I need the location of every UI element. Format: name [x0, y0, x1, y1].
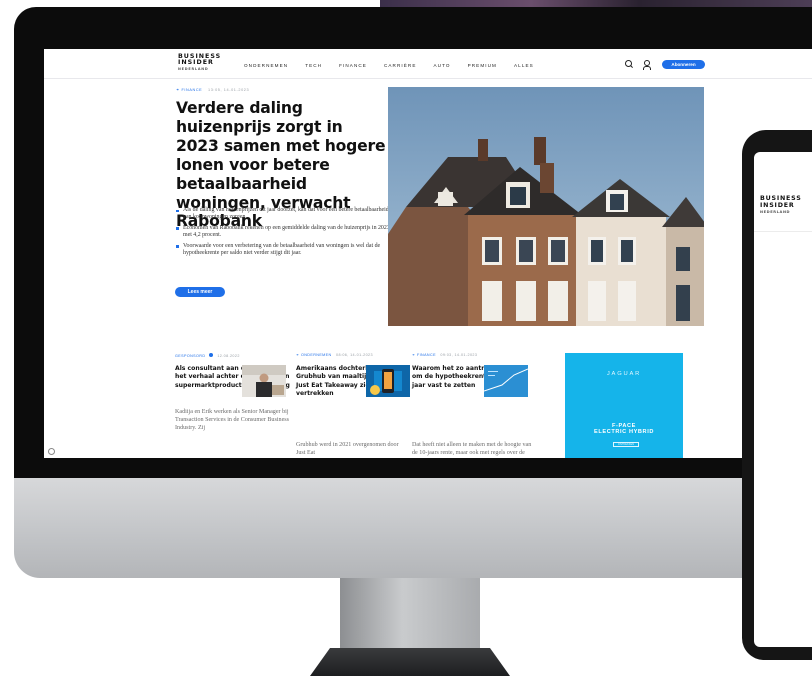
nav-item-tech[interactable]: TECH — [305, 63, 322, 68]
headphones-icon: ⚭ — [412, 353, 416, 357]
card-thumbnail[interactable] — [484, 365, 528, 397]
subscribe-button[interactable]: Abonneren — [662, 60, 705, 69]
nav-item-alles[interactable]: ALLES — [514, 63, 534, 68]
bullet-item: Als de daling van huizenprijzen dit jaar… — [176, 207, 391, 221]
card-meta: ⚭ FINANCE 09:03, 14-01-2023 — [412, 353, 527, 357]
tablet-header: BUSINESS INSIDER NEDERLAND — [754, 152, 812, 232]
hero-bullets: Als de daling van huizenprijzen dit jaar… — [176, 207, 391, 261]
card-date: 08:06, 14-01-2023 — [336, 353, 373, 357]
read-more-button[interactable]: Lees meer — [175, 287, 225, 297]
imac-chin — [14, 478, 812, 578]
thumb-grubhub — [366, 365, 410, 397]
search-icon[interactable] — [625, 60, 634, 69]
tablet-logo-line-3: NEDERLAND — [760, 210, 791, 215]
hero-kicker: ⚭ FINANCE 13:05, 14-01-2023 — [176, 87, 249, 92]
article-card[interactable]: ⚭ ONDERNEMEN 08:06, 14-01-2023 Amerikaan… — [296, 353, 411, 456]
tablet-logo-line-2: INSIDER — [760, 201, 795, 209]
chat-icon[interactable] — [48, 448, 55, 455]
site-header: BUSINESS INSIDER NEDERLAND ONDERNEMEN TE… — [44, 49, 812, 79]
card-date: 12.08.2022 — [217, 354, 240, 358]
card-body: Dat heeft niet alleen te maken met de ho… — [412, 442, 532, 457]
imac-stand — [340, 578, 480, 650]
headphones-icon: ⚭ — [176, 88, 180, 92]
card-meta: GESPONSORD 12.08.2022 — [175, 353, 290, 358]
thumb-consultant — [242, 365, 286, 397]
card-date: 09:03, 14-01-2023 — [440, 353, 478, 357]
jaguar-ad[interactable]: JAGUAR F-PACE ELECTRIC HYBRID ONTDEKKEN — [565, 353, 683, 458]
ad-cta-button[interactable]: ONTDEKKEN — [613, 442, 639, 447]
hero-image[interactable] — [388, 87, 704, 326]
headphones-icon: ⚭ — [296, 353, 300, 357]
nav-item-premium[interactable]: PREMIUM — [468, 63, 497, 68]
nav-item-ondernemen[interactable]: ONDERNEMEN — [244, 63, 288, 68]
card-tag[interactable]: GESPONSORD — [175, 354, 205, 358]
card-meta: ⚭ ONDERNEMEN 08:06, 14-01-2023 — [296, 353, 411, 357]
hero-date: 13:05, 14-01-2023 — [207, 88, 250, 92]
nav-item-finance[interactable]: FINANCE — [339, 63, 367, 68]
user-icon[interactable] — [642, 60, 651, 70]
card-body: Grubhub werd in 2021 overgenomen door Ju… — [296, 442, 399, 457]
bullet-item: Economen van Rabobank rekenen op een gem… — [176, 225, 391, 239]
nav-item-auto[interactable]: AUTO — [434, 63, 451, 68]
article-card[interactable]: GESPONSORD 12.08.2022 Als consultant aan… — [175, 353, 290, 431]
site-logo[interactable]: BUSINESS INSIDER NEDERLAND — [178, 53, 221, 73]
ad-model: F-PACE ELECTRIC HYBRID — [565, 423, 683, 436]
logo-line-3: NEDERLAND — [178, 67, 209, 72]
card-body: Kadiija en Erik werken als Senior Manage… — [175, 409, 290, 432]
card-thumbnail[interactable] — [242, 365, 286, 397]
main-nav: ONDERNEMEN TECH FINANCE CARRIÈRE AUTO PR… — [244, 63, 551, 68]
card-tag[interactable]: ONDERNEMEN — [301, 353, 332, 357]
imac-screen: BUSINESS INSIDER NEDERLAND ONDERNEMEN TE… — [44, 49, 812, 458]
nav-item-carriere[interactable]: CARRIÈRE — [384, 63, 417, 68]
ad-model-line-2: ELECTRIC HYBRID — [594, 429, 654, 436]
ad-brand: JAGUAR — [606, 371, 642, 377]
tablet-screen: BUSINESS INSIDER NEDERLAND — [754, 152, 812, 647]
hero-category[interactable]: FINANCE — [181, 88, 202, 92]
header-icons — [625, 60, 651, 70]
houses-illustration — [388, 87, 704, 326]
tablet-logo[interactable]: BUSINESS INSIDER NEDERLAND — [760, 195, 802, 216]
card-thumbnail[interactable] — [366, 365, 410, 397]
bullet-item: Voorwaarde voor een verbetering van de b… — [176, 243, 391, 257]
info-icon — [208, 353, 213, 357]
imac-foot — [310, 648, 510, 676]
thumb-mortgage — [484, 365, 528, 397]
article-card[interactable]: ⚭ FINANCE 09:03, 14-01-2023 Waarom het z… — [412, 353, 531, 456]
card-tag[interactable]: FINANCE — [417, 353, 436, 357]
